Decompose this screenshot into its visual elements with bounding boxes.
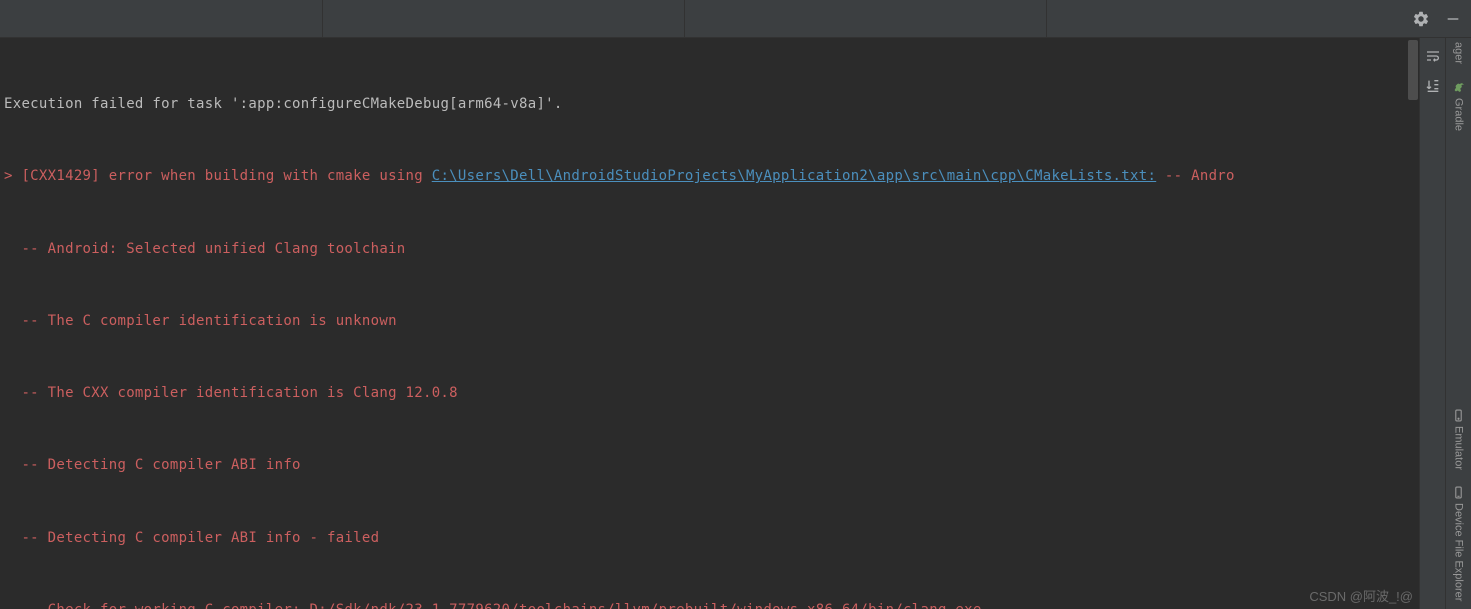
tab-label: Device File Explorer [1453, 503, 1465, 601]
console-error-text: -- Detecting C compiler ABI info - faile… [4, 526, 1403, 550]
tab-label: ager [1453, 42, 1465, 64]
console-text: Execution failed for task [4, 96, 231, 112]
top-tab-4[interactable] [1047, 0, 1409, 37]
tab-label: Gradle [1453, 98, 1465, 131]
console-error-text: -- Check for working C compiler: D:/Sdk/… [4, 598, 1403, 609]
console-error-text: -- The C compiler identification is unkn… [4, 309, 1403, 333]
top-tab-2[interactable] [323, 0, 685, 37]
console-error-text: -- Andro [1156, 168, 1235, 184]
console-text: ':app:configureCMakeDebug[arm64-v8a]'. [231, 96, 563, 112]
console-error-text: -- The CXX compiler identification is Cl… [4, 381, 1403, 405]
console-error-text: -- Detecting C compiler ABI info [4, 453, 1403, 477]
settings-icon[interactable] [1409, 7, 1433, 31]
scroll-to-end-icon[interactable] [1421, 76, 1445, 96]
device-icon [1452, 486, 1465, 499]
line-wrap-icon[interactable] [1421, 46, 1445, 66]
emulator-tab[interactable]: Emulator [1452, 401, 1465, 478]
top-tab-1[interactable] [0, 0, 323, 37]
emulator-icon [1452, 409, 1465, 422]
console-error-text: > [CXX1429] error when building with cma… [4, 168, 432, 184]
device-file-explorer-tab[interactable]: Device File Explorer [1452, 478, 1465, 609]
gradle-tab[interactable]: Gradle [1452, 72, 1466, 139]
build-output-console[interactable]: Execution failed for task ':app:configur… [0, 38, 1407, 609]
vertical-scrollbar[interactable] [1407, 38, 1419, 609]
cmake-file-link[interactable]: C:\Users\Dell\AndroidStudioProjects\MyAp… [432, 168, 1156, 184]
tab-label: Emulator [1453, 426, 1465, 470]
manager-tab[interactable]: ager [1453, 38, 1465, 72]
gradle-icon [1452, 80, 1466, 94]
top-tab-bar [0, 0, 1471, 38]
scrollbar-thumb[interactable] [1408, 40, 1418, 100]
tool-gutter [1419, 38, 1445, 609]
minimize-icon[interactable] [1441, 7, 1465, 31]
console-error-text: -- Android: Selected unified Clang toolc… [4, 237, 1403, 261]
top-tab-3[interactable] [685, 0, 1047, 37]
right-tool-window-bar: ager Gradle Emulator Device File Explore… [1445, 38, 1471, 609]
